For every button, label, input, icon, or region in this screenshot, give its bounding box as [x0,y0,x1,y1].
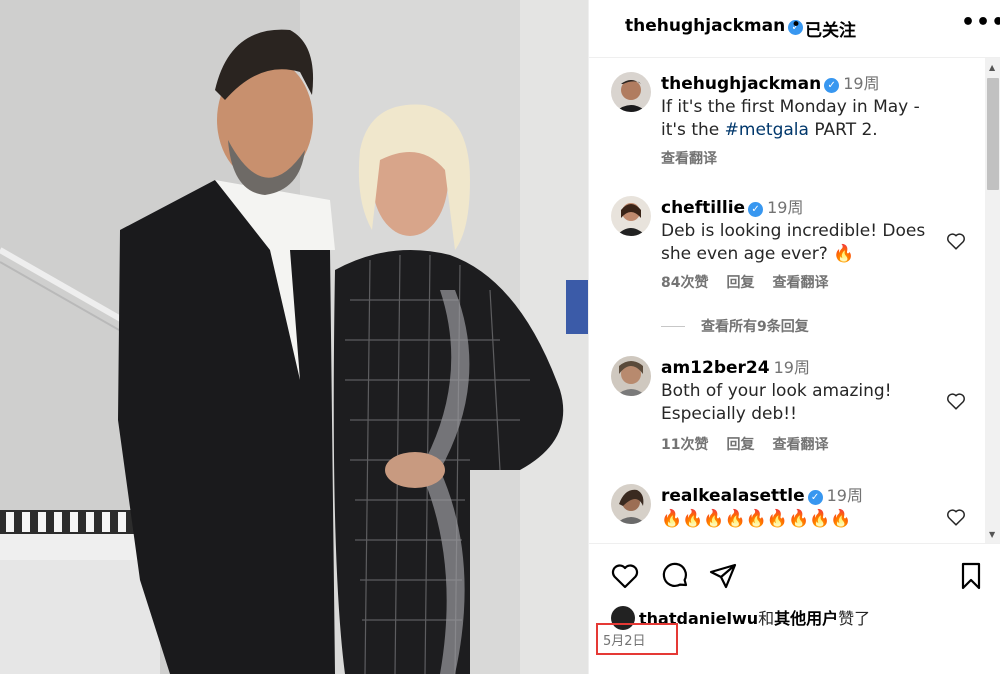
comment-text: 🔥🔥🔥🔥🔥🔥🔥🔥🔥 [661,509,852,529]
bookmark-icon[interactable] [955,560,987,592]
caption-actions: 查看翻译 [661,148,735,168]
comment-text: Deb is looking incredible! Does she even… [661,221,926,264]
avatar[interactable] [611,72,651,112]
heart-icon[interactable] [609,560,641,592]
share-icon[interactable] [707,560,739,592]
avatar[interactable] [611,356,651,396]
comment-body: realkealasettle ✓ 19周 🔥🔥🔥🔥🔥🔥🔥🔥🔥 [661,484,949,531]
scroll-down-icon[interactable]: ▼ [989,530,995,539]
comment-username[interactable]: cheftillie [661,198,745,218]
verified-badge-icon: ✓ [824,78,840,93]
comment-username[interactable]: thehughjackman [661,74,821,94]
comment-time[interactable]: 19周 [827,486,863,505]
heart-icon[interactable] [945,230,967,252]
comment-time[interactable]: 19周 [774,358,810,377]
separator-dot: • [791,15,802,35]
heart-icon[interactable] [945,506,967,528]
verified-badge-icon: ✓ [807,490,823,505]
comment-body: am12ber24 19周 Both of your look amazing! … [661,356,949,426]
view-all-replies-button[interactable]: 查看所有9条回复 [661,316,809,336]
scroll-up-icon[interactable]: ▲ [989,63,995,72]
reply-button[interactable]: 回复 [726,437,754,453]
comment-time[interactable]: 19周 [843,74,879,93]
other-likers-link[interactable]: 其他用户 [774,609,838,628]
comment-actions: 11次赞 回复 查看翻译 [661,434,846,454]
comment-username[interactable]: am12ber24 [661,358,770,378]
author-username[interactable]: thehughjackman ✓ [625,16,804,36]
comment-body: cheftillie ✓ 19周 Deb is looking incredible… [661,196,949,266]
scrollbar-thumb[interactable] [987,78,999,190]
post-photo [0,0,588,674]
avatar[interactable] [611,196,651,236]
post-date[interactable]: 5月2日 [603,630,646,649]
caption-text: thehughjackman ✓ 19周 If it's the first Mon… [661,74,920,140]
post-detail-panel: thehughjackman✓ • 已关注 ••• thehughjackman… [588,0,1000,674]
translate-link[interactable]: 查看翻译 [661,151,717,167]
verified-badge-icon: ✓ [748,202,764,217]
reply-button[interactable]: 回复 [726,275,754,291]
avatar[interactable] [611,484,651,524]
follow-status-button[interactable]: 已关注 [805,16,856,41]
comment-time[interactable]: 19周 [767,198,803,217]
translate-link[interactable]: 查看翻译 [772,437,828,453]
divider [661,326,685,327]
comment-username[interactable]: realkealasettle [661,486,805,506]
comment-text: Both of your look amazing! Especially de… [661,381,892,424]
translate-link[interactable]: 查看翻译 [772,275,828,291]
hashtag-link[interactable]: #metgala [725,120,809,140]
comment-icon[interactable] [659,560,691,592]
scrollbar[interactable]: ▲ ▼ [985,58,1000,543]
comment-actions: 84次赞 回复 查看翻译 [661,272,846,292]
more-icon[interactable]: ••• [961,10,1000,35]
comments-list: thehughjackman ✓ 19周 If it's the first Mon… [589,58,1000,544]
post-header: thehughjackman✓ • 已关注 ••• [589,0,1000,58]
like-count[interactable]: 11次赞 [661,437,708,453]
post-actions-bar [589,560,1000,600]
like-count[interactable]: 84次赞 [661,275,708,291]
heart-icon[interactable] [945,390,967,412]
